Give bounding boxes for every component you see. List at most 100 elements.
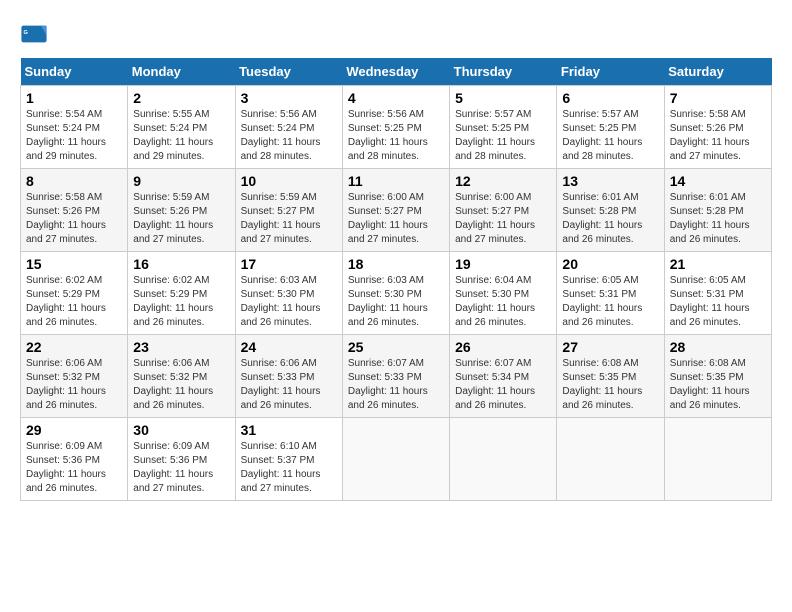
calendar-cell: 18 Sunrise: 6:03 AM Sunset: 5:30 PM Dayl… xyxy=(342,252,449,335)
day-header-wednesday: Wednesday xyxy=(342,58,449,86)
calendar-cell: 21 Sunrise: 6:05 AM Sunset: 5:31 PM Dayl… xyxy=(664,252,771,335)
day-info: Sunrise: 6:05 AM Sunset: 5:31 PM Dayligh… xyxy=(562,274,658,330)
calendar-cell: 4 Sunrise: 5:56 AM Sunset: 5:25 PM Dayli… xyxy=(342,86,449,169)
day-number: 23 xyxy=(133,339,229,355)
day-number: 6 xyxy=(562,90,658,106)
day-number: 10 xyxy=(241,173,337,189)
day-number: 20 xyxy=(562,256,658,272)
day-number: 25 xyxy=(348,339,444,355)
calendar-cell xyxy=(664,418,771,501)
day-info: Sunrise: 5:59 AM Sunset: 5:27 PM Dayligh… xyxy=(241,191,337,247)
calendar-cell: 13 Sunrise: 6:01 AM Sunset: 5:28 PM Dayl… xyxy=(557,169,664,252)
day-info: Sunrise: 5:57 AM Sunset: 5:25 PM Dayligh… xyxy=(455,108,551,164)
calendar-cell: 29 Sunrise: 6:09 AM Sunset: 5:36 PM Dayl… xyxy=(21,418,128,501)
day-number: 4 xyxy=(348,90,444,106)
day-number: 28 xyxy=(670,339,766,355)
calendar-cell: 11 Sunrise: 6:00 AM Sunset: 5:27 PM Dayl… xyxy=(342,169,449,252)
day-header-sunday: Sunday xyxy=(21,58,128,86)
calendar-cell: 6 Sunrise: 5:57 AM Sunset: 5:25 PM Dayli… xyxy=(557,86,664,169)
calendar-cell: 30 Sunrise: 6:09 AM Sunset: 5:36 PM Dayl… xyxy=(128,418,235,501)
day-info: Sunrise: 6:06 AM Sunset: 5:32 PM Dayligh… xyxy=(133,357,229,413)
calendar-cell: 19 Sunrise: 6:04 AM Sunset: 5:30 PM Dayl… xyxy=(450,252,557,335)
calendar-cell: 22 Sunrise: 6:06 AM Sunset: 5:32 PM Dayl… xyxy=(21,335,128,418)
day-info: Sunrise: 6:06 AM Sunset: 5:33 PM Dayligh… xyxy=(241,357,337,413)
day-number: 5 xyxy=(455,90,551,106)
day-number: 22 xyxy=(26,339,122,355)
day-info: Sunrise: 5:54 AM Sunset: 5:24 PM Dayligh… xyxy=(26,108,122,164)
calendar-cell: 27 Sunrise: 6:08 AM Sunset: 5:35 PM Dayl… xyxy=(557,335,664,418)
day-info: Sunrise: 6:03 AM Sunset: 5:30 PM Dayligh… xyxy=(348,274,444,330)
day-number: 18 xyxy=(348,256,444,272)
calendar-cell xyxy=(342,418,449,501)
day-info: Sunrise: 6:07 AM Sunset: 5:33 PM Dayligh… xyxy=(348,357,444,413)
calendar-cell: 5 Sunrise: 5:57 AM Sunset: 5:25 PM Dayli… xyxy=(450,86,557,169)
calendar-cell: 8 Sunrise: 5:58 AM Sunset: 5:26 PM Dayli… xyxy=(21,169,128,252)
calendar-cell: 16 Sunrise: 6:02 AM Sunset: 5:29 PM Dayl… xyxy=(128,252,235,335)
calendar-cell: 10 Sunrise: 5:59 AM Sunset: 5:27 PM Dayl… xyxy=(235,169,342,252)
day-number: 27 xyxy=(562,339,658,355)
day-info: Sunrise: 6:01 AM Sunset: 5:28 PM Dayligh… xyxy=(562,191,658,247)
day-info: Sunrise: 6:08 AM Sunset: 5:35 PM Dayligh… xyxy=(670,357,766,413)
day-header-saturday: Saturday xyxy=(664,58,771,86)
day-info: Sunrise: 5:59 AM Sunset: 5:26 PM Dayligh… xyxy=(133,191,229,247)
day-header-tuesday: Tuesday xyxy=(235,58,342,86)
day-number: 31 xyxy=(241,422,337,438)
calendar-table: SundayMondayTuesdayWednesdayThursdayFrid… xyxy=(20,58,772,501)
day-info: Sunrise: 6:04 AM Sunset: 5:30 PM Dayligh… xyxy=(455,274,551,330)
day-info: Sunrise: 6:05 AM Sunset: 5:31 PM Dayligh… xyxy=(670,274,766,330)
day-number: 16 xyxy=(133,256,229,272)
day-number: 1 xyxy=(26,90,122,106)
calendar-cell: 3 Sunrise: 5:56 AM Sunset: 5:24 PM Dayli… xyxy=(235,86,342,169)
day-number: 15 xyxy=(26,256,122,272)
calendar-cell: 23 Sunrise: 6:06 AM Sunset: 5:32 PM Dayl… xyxy=(128,335,235,418)
calendar-cell: 14 Sunrise: 6:01 AM Sunset: 5:28 PM Dayl… xyxy=(664,169,771,252)
calendar-cell: 24 Sunrise: 6:06 AM Sunset: 5:33 PM Dayl… xyxy=(235,335,342,418)
calendar-week-1: 1 Sunrise: 5:54 AM Sunset: 5:24 PM Dayli… xyxy=(21,86,772,169)
calendar-cell: 1 Sunrise: 5:54 AM Sunset: 5:24 PM Dayli… xyxy=(21,86,128,169)
svg-text:G: G xyxy=(24,30,28,36)
day-info: Sunrise: 5:55 AM Sunset: 5:24 PM Dayligh… xyxy=(133,108,229,164)
day-number: 13 xyxy=(562,173,658,189)
day-info: Sunrise: 6:09 AM Sunset: 5:36 PM Dayligh… xyxy=(133,440,229,496)
day-number: 19 xyxy=(455,256,551,272)
logo-icon: G xyxy=(20,20,48,48)
day-info: Sunrise: 5:56 AM Sunset: 5:25 PM Dayligh… xyxy=(348,108,444,164)
calendar-cell: 12 Sunrise: 6:00 AM Sunset: 5:27 PM Dayl… xyxy=(450,169,557,252)
day-number: 2 xyxy=(133,90,229,106)
day-info: Sunrise: 5:56 AM Sunset: 5:24 PM Dayligh… xyxy=(241,108,337,164)
day-number: 24 xyxy=(241,339,337,355)
calendar-cell: 7 Sunrise: 5:58 AM Sunset: 5:26 PM Dayli… xyxy=(664,86,771,169)
calendar-cell: 17 Sunrise: 6:03 AM Sunset: 5:30 PM Dayl… xyxy=(235,252,342,335)
day-info: Sunrise: 5:57 AM Sunset: 5:25 PM Dayligh… xyxy=(562,108,658,164)
day-info: Sunrise: 6:00 AM Sunset: 5:27 PM Dayligh… xyxy=(455,191,551,247)
day-number: 8 xyxy=(26,173,122,189)
calendar-cell xyxy=(450,418,557,501)
page-header: G xyxy=(20,20,772,48)
calendar-week-2: 8 Sunrise: 5:58 AM Sunset: 5:26 PM Dayli… xyxy=(21,169,772,252)
day-number: 11 xyxy=(348,173,444,189)
day-number: 21 xyxy=(670,256,766,272)
day-info: Sunrise: 6:01 AM Sunset: 5:28 PM Dayligh… xyxy=(670,191,766,247)
day-info: Sunrise: 6:09 AM Sunset: 5:36 PM Dayligh… xyxy=(26,440,122,496)
day-number: 17 xyxy=(241,256,337,272)
day-number: 26 xyxy=(455,339,551,355)
day-header-monday: Monday xyxy=(128,58,235,86)
calendar-cell: 26 Sunrise: 6:07 AM Sunset: 5:34 PM Dayl… xyxy=(450,335,557,418)
day-info: Sunrise: 6:02 AM Sunset: 5:29 PM Dayligh… xyxy=(133,274,229,330)
calendar-cell: 28 Sunrise: 6:08 AM Sunset: 5:35 PM Dayl… xyxy=(664,335,771,418)
day-number: 7 xyxy=(670,90,766,106)
day-number: 12 xyxy=(455,173,551,189)
calendar-cell xyxy=(557,418,664,501)
calendar-cell: 2 Sunrise: 5:55 AM Sunset: 5:24 PM Dayli… xyxy=(128,86,235,169)
day-info: Sunrise: 6:08 AM Sunset: 5:35 PM Dayligh… xyxy=(562,357,658,413)
day-number: 9 xyxy=(133,173,229,189)
day-info: Sunrise: 6:10 AM Sunset: 5:37 PM Dayligh… xyxy=(241,440,337,496)
day-number: 29 xyxy=(26,422,122,438)
day-info: Sunrise: 6:06 AM Sunset: 5:32 PM Dayligh… xyxy=(26,357,122,413)
day-info: Sunrise: 6:00 AM Sunset: 5:27 PM Dayligh… xyxy=(348,191,444,247)
day-header-thursday: Thursday xyxy=(450,58,557,86)
calendar-cell: 15 Sunrise: 6:02 AM Sunset: 5:29 PM Dayl… xyxy=(21,252,128,335)
day-header-friday: Friday xyxy=(557,58,664,86)
day-info: Sunrise: 6:02 AM Sunset: 5:29 PM Dayligh… xyxy=(26,274,122,330)
calendar-cell: 31 Sunrise: 6:10 AM Sunset: 5:37 PM Dayl… xyxy=(235,418,342,501)
